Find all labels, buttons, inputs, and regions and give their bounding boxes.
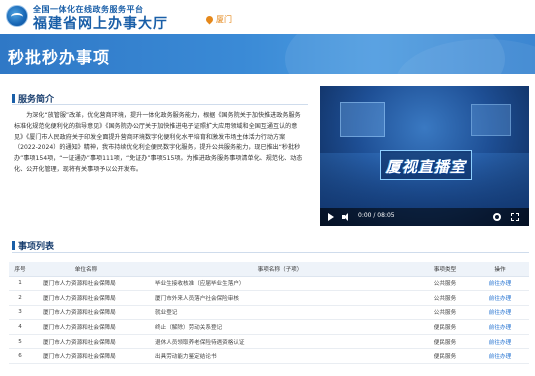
page-title: 秒批秒办事项 bbox=[8, 48, 111, 67]
settings-icon[interactable] bbox=[493, 213, 501, 221]
table-row: 2 厦门市人力资源和社会保障局 厦门市外来人员落户社会保险审核 公共服务 前往办… bbox=[9, 290, 529, 306]
table-row: 6 厦门市人力资源和社会保障局 出具劳动能力鉴定结论书 便民服务 前往办理 bbox=[9, 348, 529, 365]
row-type: 便民服务 bbox=[419, 334, 471, 350]
go-handle-link[interactable]: 前往办理 bbox=[471, 276, 529, 292]
video-overlay-title: 厦视直播室 bbox=[385, 158, 466, 176]
table-header-row: 序号 单位名称 事项名称（子项） 事项类型 操作 bbox=[9, 262, 529, 277]
table-row: 5 厦门市人力资源和社会保障局 退休人员领取养老保险待遇资格认证 便民服务 前往… bbox=[9, 334, 529, 350]
row-item-name: 就业登记 bbox=[141, 305, 419, 321]
row-org: 厦门市人力资源和社会保障局 bbox=[31, 305, 141, 321]
heading-marker bbox=[12, 94, 15, 103]
location-label: 厦门 bbox=[216, 15, 232, 24]
row-index: 2 bbox=[9, 290, 31, 306]
column-header-type: 事项类型 bbox=[419, 262, 471, 277]
logo-emblem[interactable] bbox=[6, 5, 28, 27]
row-index: 5 bbox=[9, 334, 31, 350]
fullscreen-icon[interactable] bbox=[511, 213, 519, 221]
row-org: 厦门市人力资源和社会保障局 bbox=[31, 290, 141, 306]
go-handle-link[interactable]: 前往办理 bbox=[471, 290, 529, 306]
location-pin-icon bbox=[204, 14, 215, 25]
row-org: 厦门市人力资源和社会保障局 bbox=[31, 334, 141, 350]
site-title[interactable]: 福建省网上办事大厅 bbox=[33, 13, 168, 33]
table-row: 4 厦门市人力资源和社会保障局 终止（解除）劳动关系登记 便民服务 前往办理 bbox=[9, 319, 529, 335]
table-row: 3 厦门市人力资源和社会保障局 就业登记 公共服务 前往办理 bbox=[9, 305, 529, 321]
video-scenery bbox=[340, 102, 385, 137]
list-divider bbox=[12, 252, 529, 253]
row-index: 3 bbox=[9, 305, 31, 321]
column-header-action: 操作 bbox=[471, 262, 529, 277]
row-type: 公共服务 bbox=[419, 290, 471, 306]
row-org: 厦门市人力资源和社会保障局 bbox=[31, 319, 141, 335]
go-handle-link[interactable]: 前往办理 bbox=[471, 305, 529, 321]
video-time: 0:00 / 08:05 bbox=[358, 212, 395, 219]
list-heading-label: 事项列表 bbox=[18, 242, 55, 252]
row-item-name: 出具劳动能力鉴定结论书 bbox=[141, 348, 419, 365]
page-banner: 秒批秒办事项 bbox=[0, 34, 535, 74]
row-org: 厦门市人力资源和社会保障局 bbox=[31, 348, 141, 365]
row-index: 1 bbox=[9, 276, 31, 292]
items-table: 序号 单位名称 事项名称（子项） 事项类型 操作 1 厦门市人力资源和社会保障局… bbox=[9, 262, 529, 365]
row-item-name: 终止（解除）劳动关系登记 bbox=[141, 319, 419, 335]
video-controls: 0:00 / 08:05 bbox=[320, 208, 529, 226]
video-scenery bbox=[471, 104, 511, 136]
site-header: 全国一体化在线政务服务平台 福建省网上办事大厅 厦门 bbox=[0, 0, 535, 34]
row-item-name: 退休人员领取养老保险待遇资格认证 bbox=[141, 334, 419, 350]
column-header-index: 序号 bbox=[9, 262, 31, 277]
row-index: 6 bbox=[9, 348, 31, 365]
go-handle-link[interactable]: 前往办理 bbox=[471, 319, 529, 335]
row-item-name: 厦门市外来人员落户社会保险审核 bbox=[141, 290, 419, 306]
column-header-org: 单位名称 bbox=[31, 262, 141, 277]
go-handle-link[interactable]: 前往办理 bbox=[471, 334, 529, 350]
row-index: 4 bbox=[9, 319, 31, 335]
volume-icon[interactable] bbox=[342, 213, 350, 221]
play-icon[interactable] bbox=[328, 213, 334, 221]
video-player[interactable]: 厦视直播室 0:00 / 08:05 bbox=[320, 86, 529, 226]
table-row: 1 厦门市人力资源和社会保障局 毕业生接收核准（应届毕业生落户） 公共服务 前往… bbox=[9, 276, 529, 292]
heading-marker bbox=[12, 241, 15, 250]
video-title-box: 厦视直播室 bbox=[380, 150, 472, 180]
row-type: 公共服务 bbox=[419, 276, 471, 292]
location-switch[interactable]: 厦门 bbox=[204, 14, 232, 25]
list-heading: 事项列表 bbox=[12, 239, 54, 252]
row-type: 便民服务 bbox=[419, 319, 471, 335]
intro-text: 为深化“放管服”改革，优化营商环境，提升一体化政务服务能力，根据《国务院关于加快… bbox=[14, 112, 303, 173]
column-header-item: 事项名称（子项） bbox=[141, 262, 419, 277]
row-type: 公共服务 bbox=[419, 305, 471, 321]
go-handle-link[interactable]: 前往办理 bbox=[471, 348, 529, 365]
intro-divider bbox=[12, 104, 308, 105]
row-item-name: 毕业生接收核准（应届毕业生落户） bbox=[141, 276, 419, 292]
row-org: 厦门市人力资源和社会保障局 bbox=[31, 276, 141, 292]
row-type: 便民服务 bbox=[419, 348, 471, 365]
